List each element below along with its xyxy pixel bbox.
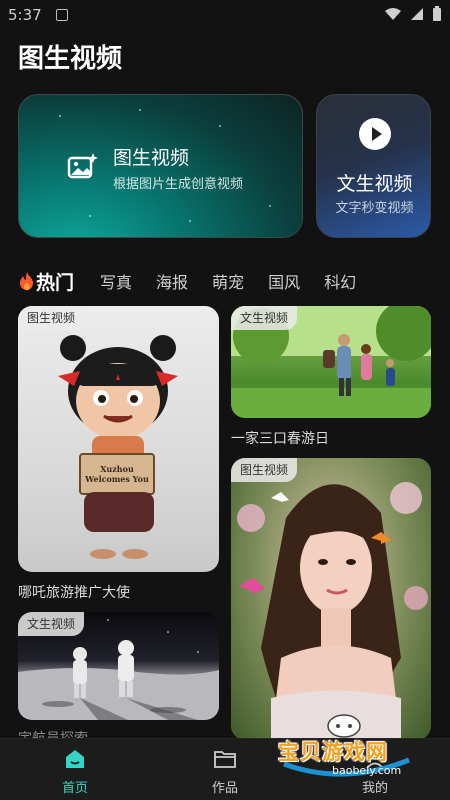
home-icon [66, 750, 84, 768]
image-sparkle-icon [67, 153, 98, 179]
sign-text: Xuzhou Welcomes You [85, 464, 149, 484]
signal-icon [411, 8, 423, 20]
tab-pets[interactable]: 萌宠 [212, 269, 244, 293]
portrait-illustration [237, 482, 428, 740]
template-tile-nezha[interactable]: Xuzhou Welcomes You 图生视频 [18, 306, 219, 572]
fire-icon [20, 272, 33, 290]
tile-caption: 哪吒旅游推广大使 [18, 585, 130, 601]
card-main-subtitle: 根据图片生成创意视频 [113, 177, 244, 192]
nav-home[interactable]: 首页 [30, 739, 120, 800]
tile-badge: 图生视频 [18, 306, 85, 330]
card-side-title: 文生视频 [336, 173, 413, 195]
nav-works-label: 作品 [211, 781, 238, 796]
image-to-video-card[interactable]: 图生视频 根据图片生成创意视频 [18, 94, 303, 238]
battery-icon [433, 6, 441, 21]
tab-portrait[interactable]: 写真 [100, 269, 132, 293]
tab-scifi[interactable]: 科幻 [324, 269, 356, 293]
wifi-icon [385, 8, 401, 20]
category-tabs: 热门 写真 海报 萌宠 国风 科幻 [18, 266, 380, 296]
nav-home-label: 首页 [61, 781, 88, 796]
page-title: 图生视频 [18, 44, 123, 74]
tile-badge: 文生视频 [231, 306, 298, 330]
nav-works[interactable]: 作品 [180, 739, 270, 800]
tile-badge: 图生视频 [231, 458, 298, 482]
watermark-logo: 宝贝游戏网 baobeiy.com [274, 712, 424, 784]
sim-icon [56, 9, 68, 21]
watermark-url: baobeiy.com [332, 764, 402, 777]
status-time: 5:37 [8, 6, 42, 24]
tab-hot-label: 热门 [36, 271, 75, 294]
card-main-title: 图生视频 [113, 147, 190, 169]
template-tile-astronaut[interactable]: 文生视频 [18, 612, 219, 720]
folder-icon [214, 751, 236, 768]
template-tile-portrait[interactable]: 图生视频 [231, 458, 431, 740]
watermark-text: 宝贝游戏网 [278, 740, 388, 764]
text-to-video-card[interactable]: 文生视频 文字秒变视频 [316, 94, 431, 238]
status-bar: 5:37 [0, 0, 450, 32]
card-side-subtitle: 文字秒变视频 [335, 201, 414, 216]
tile-caption: 一家三口春游日 [231, 431, 329, 447]
status-icons [384, 6, 442, 22]
play-icon [359, 118, 391, 150]
tile-badge: 文生视频 [18, 612, 85, 636]
tab-poster[interactable]: 海报 [156, 269, 188, 293]
tab-hot[interactable]: 热门 [18, 268, 74, 295]
template-tile-family[interactable]: 文生视频 [231, 306, 431, 418]
nezha-illustration [58, 335, 178, 559]
tab-chinese-style[interactable]: 国风 [268, 269, 300, 293]
